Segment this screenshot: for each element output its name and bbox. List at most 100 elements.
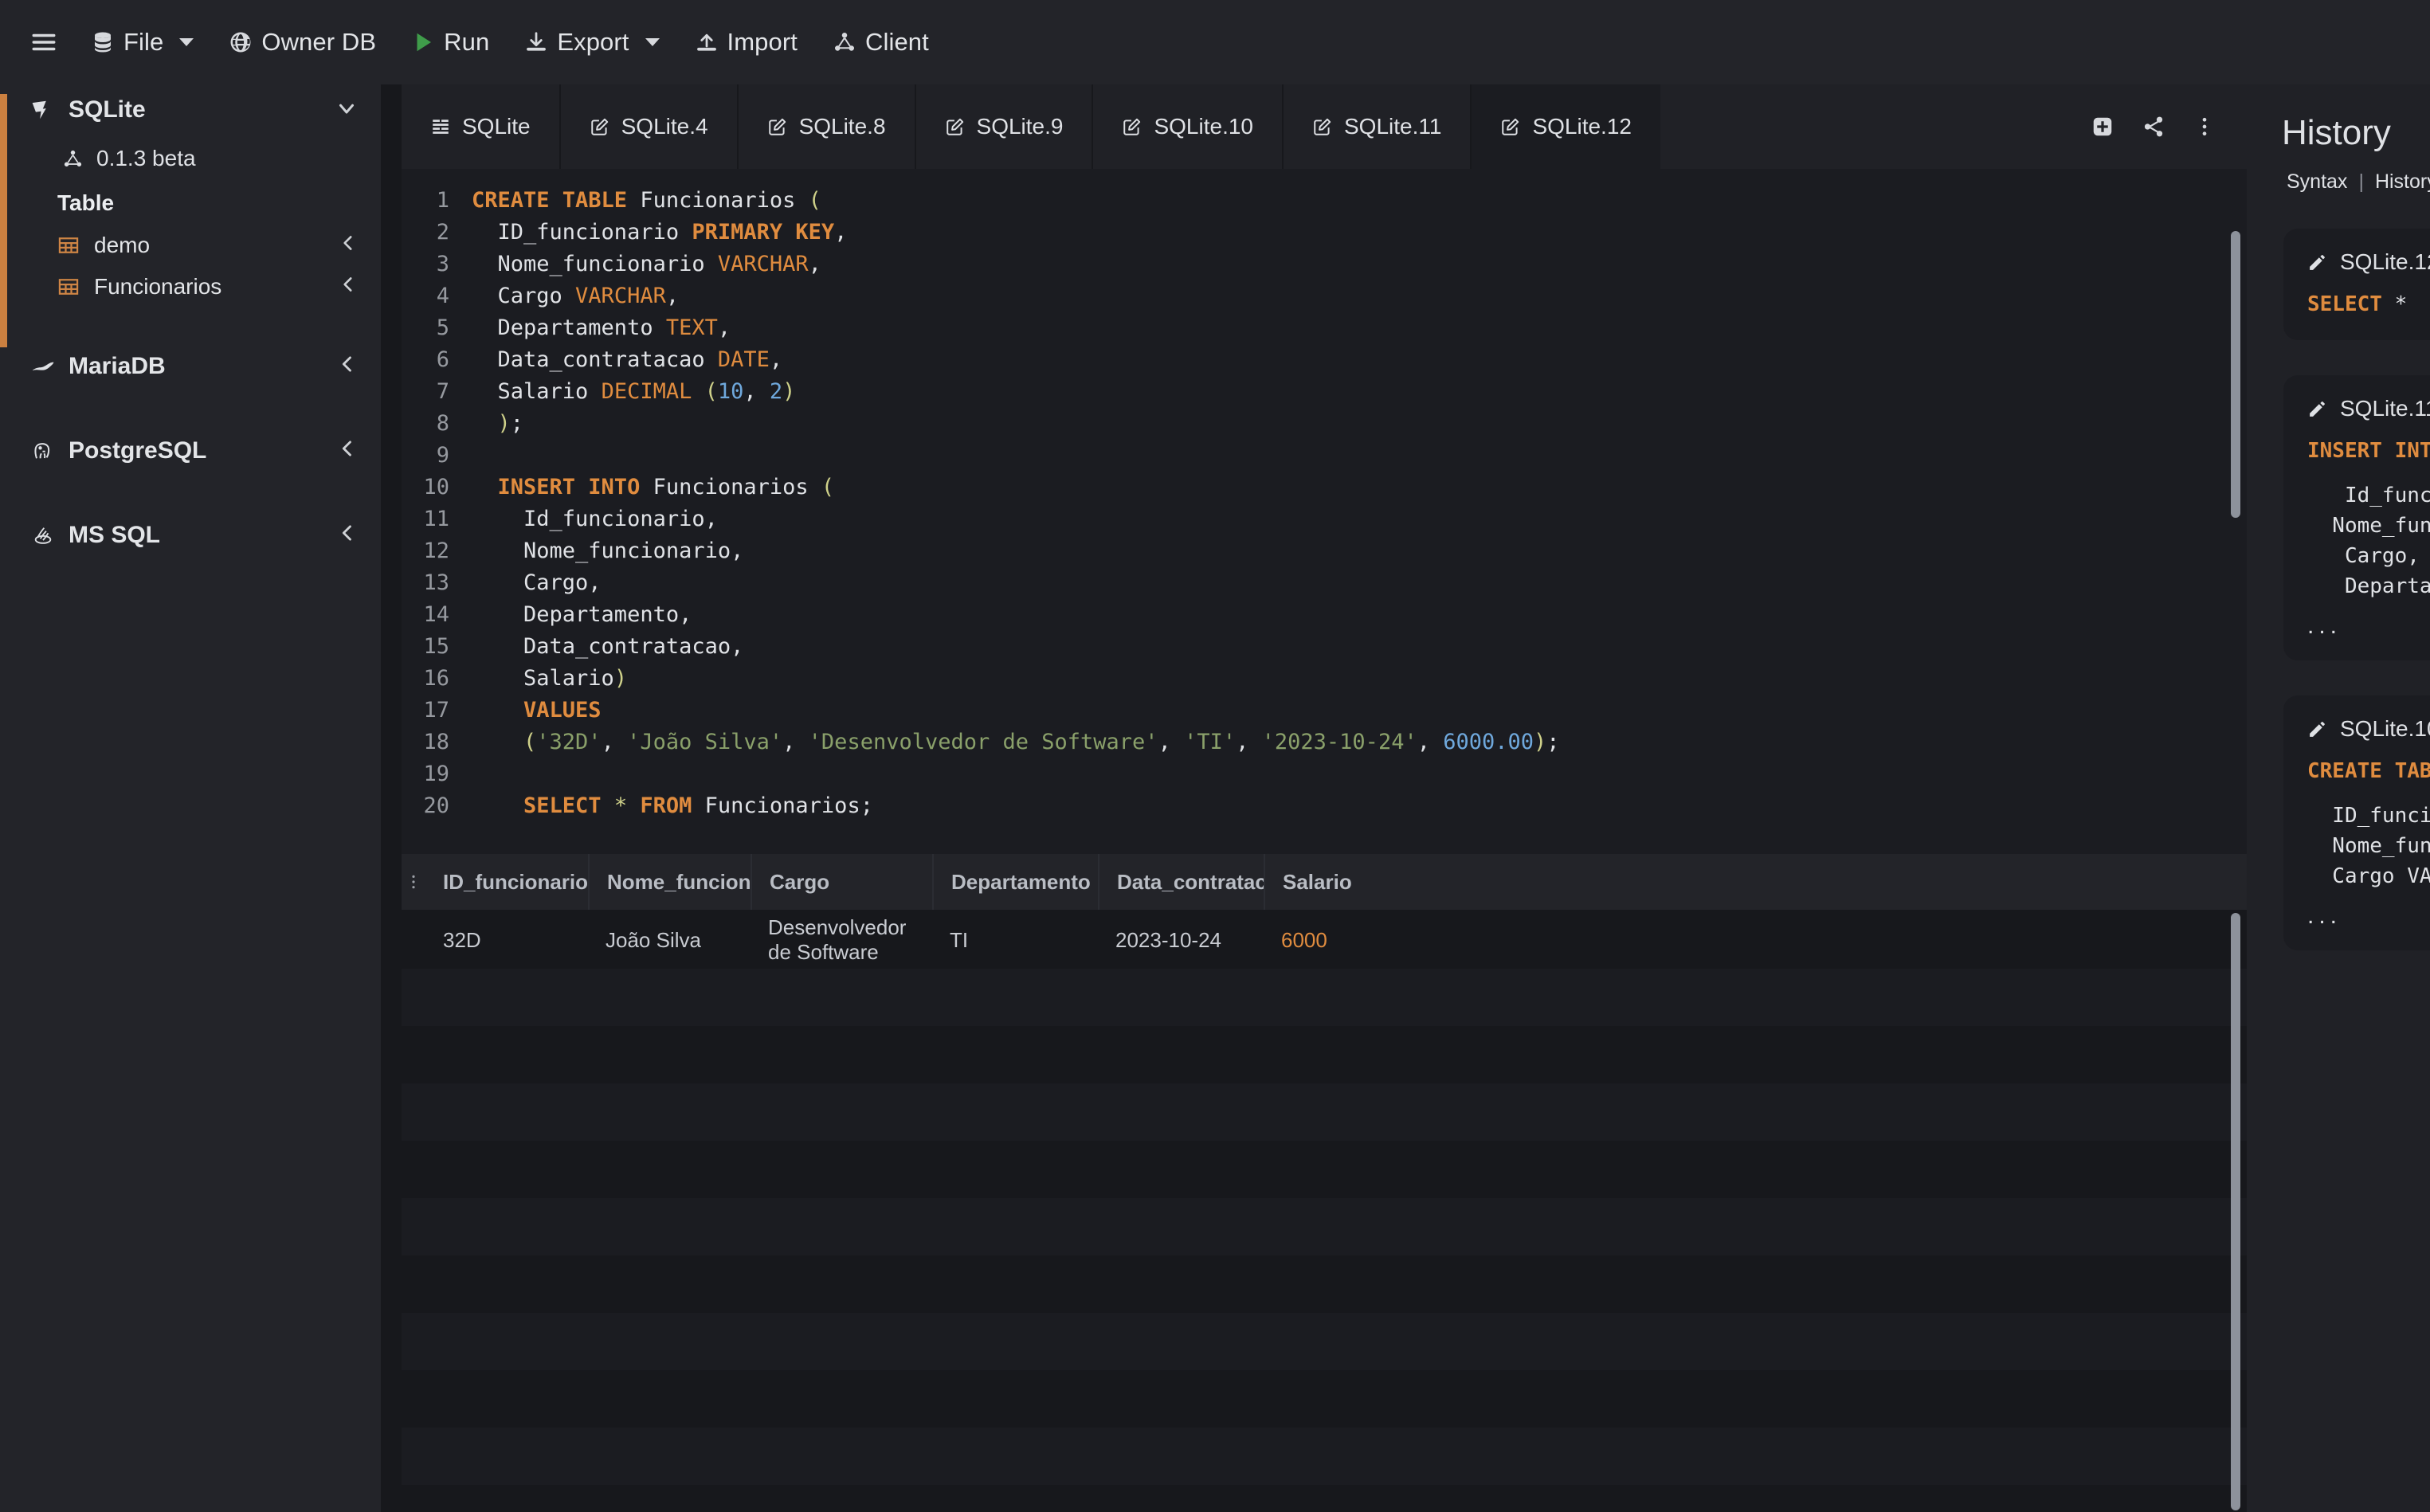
table-cell[interactable] [751,1198,932,1255]
table-cell[interactable] [588,1313,751,1370]
sql-editor[interactable]: 1 CREATE TABLE Funcionarios (2 ID_funcion… [402,169,2247,854]
table-cell[interactable] [751,1083,932,1141]
sidebar-item-mssql[interactable]: MS SQL [0,510,381,561]
share-icon[interactable] [2142,115,2165,139]
table-row[interactable] [402,1255,2247,1313]
export-button[interactable]: Export [507,0,676,84]
chevron-left-icon[interactable] [336,437,359,464]
chevron-down-icon[interactable] [335,96,359,123]
table-cell[interactable] [1098,1370,1264,1428]
table-cell[interactable] [588,1370,751,1428]
table-cell[interactable] [425,1428,588,1485]
column-header[interactable]: Departamento [932,854,1098,910]
table-cell[interactable] [588,1198,751,1255]
column-header[interactable]: Nome_funcionario [588,854,751,910]
table-cell[interactable] [1098,1141,1264,1198]
table-cell[interactable] [1098,1313,1264,1370]
table-cell[interactable] [1264,1026,1598,1083]
import-button[interactable]: Import [677,0,815,84]
table-cell[interactable] [751,1428,932,1485]
table-cell[interactable] [1098,1198,1264,1255]
sidebar-item-mariadb[interactable]: MariaDB [0,341,381,392]
table-cell[interactable] [751,1026,932,1083]
table-cell[interactable] [1098,1083,1264,1141]
file-menu-button[interactable]: File [73,0,211,84]
table-cell[interactable] [1264,1141,1598,1198]
tab-sqlite-9[interactable]: SQLite.9 [916,84,1094,169]
table-cell[interactable] [751,1313,932,1370]
table-cell[interactable]: TI [932,911,1098,969]
table-row[interactable]: 32D João Silva Desenvolvedor de Software TI… [402,911,2247,969]
table-cell[interactable] [425,1255,588,1313]
table-cell[interactable] [588,1026,751,1083]
row-options-icon[interactable] [402,854,425,910]
tab-sqlite-11[interactable]: SQLite.11 [1284,84,1472,169]
chevron-left-icon[interactable] [336,353,359,380]
table-cell[interactable] [1264,969,1598,1026]
tab-syntax[interactable]: Syntax [2287,170,2347,194]
table-cell[interactable] [1098,1026,1264,1083]
table-cell[interactable] [932,1198,1098,1255]
add-square-icon[interactable] [2091,115,2114,139]
table-cell[interactable] [932,1083,1098,1141]
table-row[interactable] [402,1083,2247,1141]
table-row[interactable] [402,1141,2247,1198]
sidebar-version-item[interactable]: 0.1.3 beta [0,135,381,182]
sql-code[interactable]: 1 CREATE TABLE Funcionarios (2 ID_funcion… [402,169,2247,822]
table-cell[interactable] [588,1428,751,1485]
run-button[interactable]: Run [394,0,507,84]
table-cell[interactable] [932,969,1098,1026]
sidebar-table-funcionarios[interactable]: Funcionarios [0,266,381,307]
chevron-left-icon[interactable] [338,233,359,258]
sidebar-item-sqlite[interactable]: SQLite [0,84,381,135]
table-cell[interactable] [425,1026,588,1083]
table-row[interactable] [402,1026,2247,1083]
editor-scrollbar[interactable] [2231,231,2240,518]
table-cell[interactable] [425,1141,588,1198]
more-vertical-icon[interactable] [2193,115,2216,139]
table-cell[interactable] [932,1313,1098,1370]
table-cell[interactable] [1264,1198,1598,1255]
table-cell[interactable]: 6000 [1264,911,1598,969]
column-header[interactable]: Salario [1264,854,1598,910]
tab-sqlite-8[interactable]: SQLite.8 [739,84,916,169]
table-cell[interactable] [1264,1313,1598,1370]
history-card[interactable]: SQLite.10 CREATE TABLE ID_funcionario No… [2283,695,2430,950]
table-cell[interactable]: 32D [425,911,588,969]
chevron-left-icon[interactable] [338,274,359,300]
table-cell[interactable] [425,1083,588,1141]
client-button[interactable]: Client [815,0,947,84]
table-row[interactable] [402,1198,2247,1255]
table-cell[interactable] [1264,1370,1598,1428]
table-cell[interactable] [425,969,588,1026]
table-cell[interactable] [932,1026,1098,1083]
table-cell[interactable] [425,1370,588,1428]
chevron-left-icon[interactable] [336,522,359,549]
tab-sqlite[interactable]: SQLite [402,84,561,169]
history-card[interactable]: SQLite.11 INSERT INTO Id_funcionario, No… [2283,375,2430,660]
column-header[interactable]: ID_funcionario [425,854,588,910]
table-cell[interactable] [588,1255,751,1313]
table-cell[interactable] [1264,1428,1598,1485]
sidebar-table-demo[interactable]: demo [0,225,381,266]
table-cell[interactable] [425,1198,588,1255]
table-cell[interactable] [1098,969,1264,1026]
table-cell[interactable] [932,1428,1098,1485]
table-cell[interactable] [932,1255,1098,1313]
table-cell[interactable] [751,1255,932,1313]
table-cell[interactable]: 2023-10-24 [1098,911,1264,969]
table-cell[interactable] [1264,1255,1598,1313]
table-cell[interactable] [932,1370,1098,1428]
table-row[interactable] [402,1428,2247,1485]
column-header[interactable]: Cargo [751,854,932,910]
table-cell[interactable] [1264,1083,1598,1141]
tab-sqlite-10[interactable]: SQLite.10 [1093,84,1284,169]
table-cell[interactable]: João Silva [588,911,751,969]
table-cell[interactable] [588,1141,751,1198]
column-header[interactable]: Data_contratacao [1098,854,1264,910]
tab-sqlite-12[interactable]: SQLite.12 [1472,84,1660,169]
table-cell[interactable] [1098,1428,1264,1485]
table-cell[interactable] [751,969,932,1026]
table-cell[interactable] [588,969,751,1026]
owner-db-button[interactable]: Owner DB [211,0,394,84]
